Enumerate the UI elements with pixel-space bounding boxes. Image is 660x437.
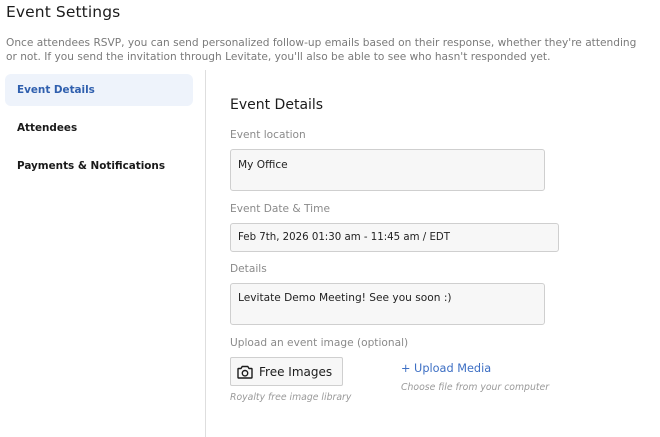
sidebar-item-label: Payments & Notifications — [17, 160, 166, 172]
event-location-value: My Office — [238, 159, 288, 171]
event-location-label: Event location — [230, 129, 306, 141]
event-details-value: Levitate Demo Meeting! See you soon :) — [238, 292, 452, 304]
settings-sidebar: Event Details Attendees Payments & Notif… — [5, 74, 193, 188]
event-date-time-input[interactable]: Feb 7th, 2026 01:30 am - 11:45 am / EDT — [230, 223, 559, 252]
page-title: Event Settings — [6, 3, 121, 21]
page-description: Once attendees RSVP, you can send person… — [6, 37, 637, 63]
event-date-time-value: Feb 7th, 2026 01:30 am - 11:45 am / EDT — [238, 232, 450, 243]
upload-media-link[interactable]: + Upload Media — [401, 362, 491, 375]
free-images-button[interactable]: Free Images — [230, 357, 343, 386]
sidebar-item-payments-notifications[interactable]: Payments & Notifications — [5, 150, 193, 182]
sidebar-divider — [205, 70, 206, 437]
free-images-hint: Royalty free image library — [230, 392, 352, 403]
sidebar-item-attendees[interactable]: Attendees — [5, 112, 193, 144]
upload-image-label: Upload an event image (optional) — [230, 337, 409, 349]
sidebar-item-event-details[interactable]: Event Details — [5, 74, 193, 106]
event-details-label: Details — [230, 263, 267, 275]
sidebar-item-label: Event Details — [17, 84, 95, 96]
sidebar-item-label: Attendees — [17, 122, 78, 134]
upload-media-hint: Choose file from your computer — [401, 382, 550, 393]
event-details-textarea[interactable]: Levitate Demo Meeting! See you soon :) — [230, 283, 545, 325]
camera-icon — [237, 365, 253, 379]
free-images-label: Free Images — [259, 364, 333, 379]
section-title: Event Details — [230, 97, 324, 113]
event-location-input[interactable]: My Office — [230, 149, 545, 191]
event-date-time-label: Event Date & Time — [230, 203, 330, 215]
